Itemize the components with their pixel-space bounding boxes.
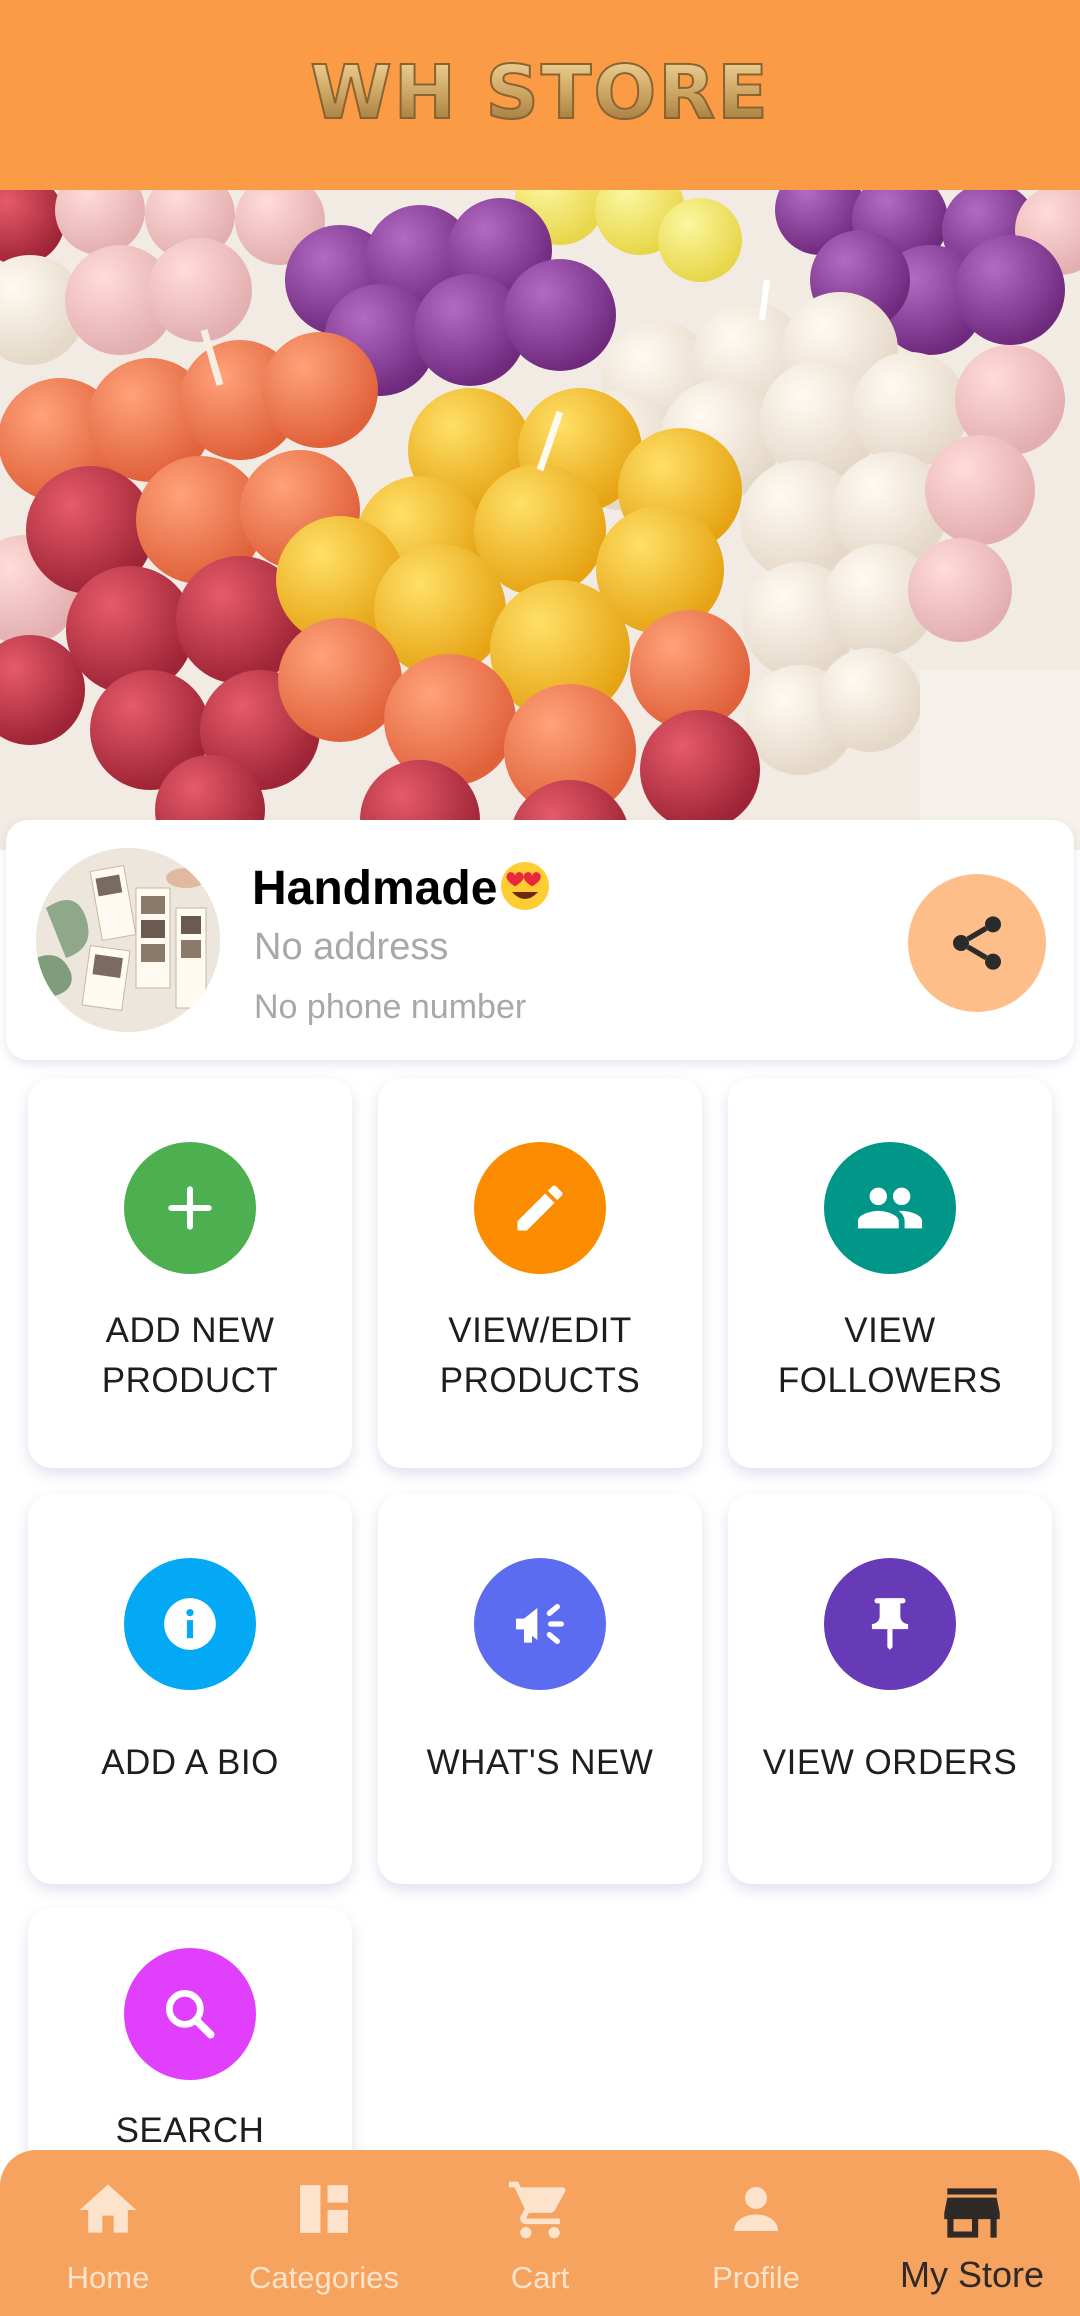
search-label: SEARCH xyxy=(115,2111,265,2150)
nav-profile-label: Profile xyxy=(712,2260,800,2295)
search-tile[interactable]: SEARCH xyxy=(28,1908,352,2178)
nav-profile[interactable]: Profile xyxy=(648,2150,864,2316)
add-new-product-label: ADD NEW PRODUCT xyxy=(101,1311,279,1400)
profile-icon xyxy=(734,2187,778,2231)
nav-cart-label: Cart xyxy=(510,2260,570,2295)
nav-home[interactable]: Home xyxy=(0,2150,216,2316)
app-header: WH STORE xyxy=(0,0,1080,190)
view-edit-products-label: VIEW/EDIT PRODUCTS xyxy=(439,1311,641,1400)
bottom-navigation: Home Categories Cart Profile My Store xyxy=(0,2150,1080,2316)
categories-icon xyxy=(298,2183,350,2235)
store-avatar[interactable] xyxy=(36,848,220,1032)
nav-cart[interactable]: Cart xyxy=(432,2150,648,2316)
whats-new-label: WHAT'S NEW xyxy=(426,1743,654,1782)
view-orders-label: VIEW ORDERS xyxy=(762,1743,1018,1782)
store-name: Handmade xyxy=(252,860,551,916)
pencil-icon xyxy=(474,1142,606,1274)
search-icon xyxy=(124,1948,256,2080)
app-logo: WH STORE xyxy=(309,49,770,137)
view-followers-label: VIEW FOLLOWERS xyxy=(777,1311,1003,1400)
add-bio-tile[interactable]: ADD A BIO xyxy=(28,1494,352,1884)
view-orders-tile[interactable]: VIEW ORDERS xyxy=(728,1494,1052,1884)
nav-home-label: Home xyxy=(66,2260,150,2295)
whats-new-tile[interactable]: WHAT'S NEW xyxy=(378,1494,702,1884)
view-edit-products-tile[interactable]: VIEW/EDIT PRODUCTS xyxy=(378,1078,702,1468)
home-icon xyxy=(79,2184,137,2233)
share-button[interactable] xyxy=(908,874,1046,1012)
nav-my-store[interactable]: My Store xyxy=(864,2150,1080,2316)
share-icon xyxy=(953,916,1001,970)
store-profile-card: Handmade No address No phone number xyxy=(6,820,1074,1060)
store-phone: No phone number xyxy=(254,988,527,1026)
store-address: No address xyxy=(254,926,449,968)
nav-categories[interactable]: Categories xyxy=(216,2150,432,2316)
add-bio-label: ADD A BIO xyxy=(101,1743,279,1782)
cart-icon xyxy=(508,2181,566,2239)
heart-eyes-emoji-icon xyxy=(501,862,550,910)
store-icon xyxy=(944,2188,1000,2238)
add-new-product-tile[interactable]: ADD NEW PRODUCT xyxy=(28,1078,352,1468)
people-icon xyxy=(824,1142,956,1274)
view-followers-tile[interactable]: VIEW FOLLOWERS xyxy=(728,1078,1052,1468)
plus-icon xyxy=(124,1142,256,1274)
info-icon xyxy=(124,1558,256,1690)
nav-categories-label: Categories xyxy=(249,2260,399,2295)
pin-icon xyxy=(824,1558,956,1690)
store-banner-image xyxy=(0,190,1080,850)
store-name-text: Handmade xyxy=(252,862,498,915)
nav-my-store-label: My Store xyxy=(899,2254,1045,2295)
megaphone-icon xyxy=(474,1558,606,1690)
